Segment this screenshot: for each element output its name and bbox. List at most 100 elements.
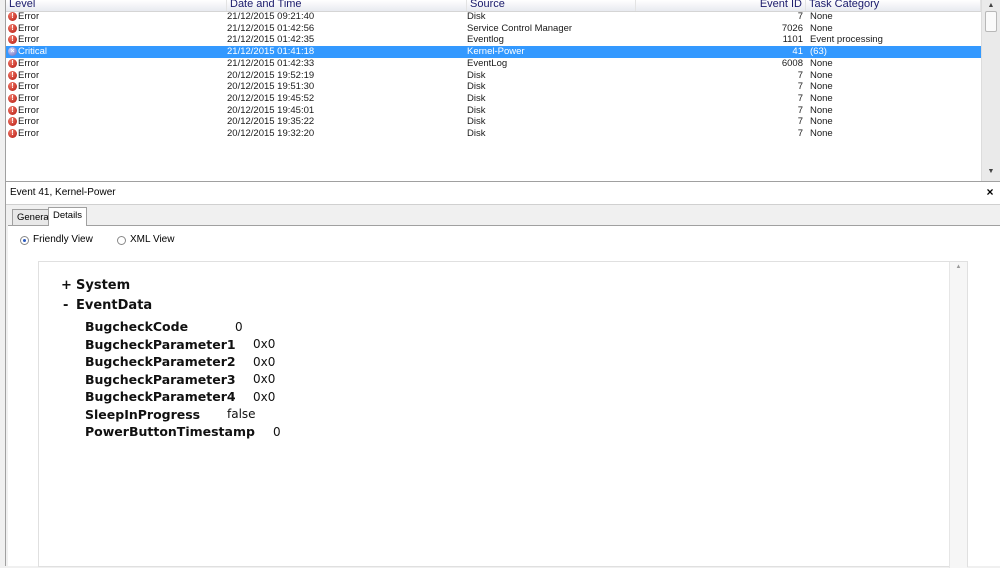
- cell-source: Disk: [467, 128, 486, 139]
- error-icon: !: [8, 82, 17, 92]
- table-row[interactable]: ! Error 20/12/2015 19:52:19 Disk 7 None: [6, 70, 981, 82]
- field-key: SleepInProgress: [85, 406, 201, 422]
- critical-icon: ×: [8, 47, 17, 57]
- cell-datetime: 20/12/2015 19:45:01: [227, 104, 315, 116]
- cell-task-category: None: [810, 22, 833, 34]
- scroll-down-arrow-icon[interactable]: ▼: [982, 166, 1000, 177]
- cell-level: Error: [18, 116, 40, 128]
- cell-source: Kernel-Power: [467, 46, 525, 58]
- table-row[interactable]: ! Error 21/12/2015 09:21:40 Disk 7 None: [6, 11, 981, 23]
- cell-source: EventLog: [467, 57, 508, 69]
- cell-task-category: (63): [810, 46, 827, 58]
- error-icon: !: [8, 12, 17, 21]
- system-expand-toggle[interactable]: +: [61, 278, 72, 293]
- table-row[interactable]: ! Error 20/12/2015 19:51:30 Disk 7 None: [6, 81, 981, 93]
- cell-datetime: 21/12/2015 01:42:33: [227, 57, 315, 69]
- field-value: 0x0: [253, 372, 276, 386]
- table-row[interactable]: ! Error 21/12/2015 01:42:35 Eventlog 1101 Eve…: [6, 34, 981, 46]
- detail-scrollbar[interactable]: ▲: [949, 262, 967, 568]
- xml-view-radio[interactable]: [117, 236, 126, 245]
- field-key: BugcheckParameter2: [85, 354, 236, 369]
- field-key: PowerButtonTimestamp: [85, 424, 255, 439]
- cell-source: Disk: [467, 116, 486, 128]
- cell-event-id: 7: [797, 11, 803, 22]
- cell-event-id: 7026: [781, 22, 803, 34]
- scroll-up-arrow-icon[interactable]: ▲: [982, 0, 1000, 11]
- error-icon: !: [8, 35, 17, 45]
- error-icon: !: [8, 93, 17, 103]
- cell-task-category: None: [810, 116, 833, 128]
- column-header-date-time[interactable]: Date and Time: [227, 0, 467, 11]
- table-row[interactable]: ! Error 20/12/2015 19:45:01 Disk 7 None: [6, 105, 981, 117]
- cell-datetime: 20/12/2015 19:51:30: [227, 81, 315, 93]
- cell-task-category: Event processing: [810, 34, 883, 46]
- cell-source: Disk: [467, 92, 486, 104]
- xml-view-label[interactable]: XML View: [130, 234, 174, 245]
- cell-datetime: 21/12/2015 09:21:40: [227, 11, 315, 22]
- cell-task-category: None: [810, 69, 833, 81]
- detail-title: Event 41, Kernel-Power: [10, 187, 116, 198]
- error-icon: !: [8, 58, 17, 68]
- close-icon[interactable]: ×: [982, 184, 998, 200]
- cell-event-id: 7: [797, 128, 803, 139]
- tab-details[interactable]: Details: [48, 207, 88, 226]
- cell-task-category: None: [810, 128, 833, 139]
- cell-level: Critical: [18, 46, 48, 58]
- cell-datetime: 20/12/2015 19:52:19: [227, 69, 315, 81]
- scroll-thumb[interactable]: [985, 11, 997, 32]
- cell-level: Error: [18, 11, 40, 22]
- cell-task-category: None: [810, 57, 833, 69]
- eventdata-collapse-toggle[interactable]: -: [63, 298, 68, 313]
- event-detail-pane: Event 41, Kernel-Power × General Details…: [6, 182, 1000, 568]
- cell-level: Error: [18, 57, 40, 69]
- cell-event-id: 7: [797, 104, 803, 116]
- table-row[interactable]: ! Error 20/12/2015 19:35:22 Disk 7 None: [6, 116, 981, 128]
- detail-title-bar: Event 41, Kernel-Power ×: [6, 182, 1000, 205]
- column-header-event-id[interactable]: Event ID: [636, 0, 806, 11]
- field-value: 0x0: [253, 354, 276, 369]
- error-icon: !: [8, 70, 17, 80]
- table-row[interactable]: ! Error 20/12/2015 19:32:20 Disk 7 None: [6, 128, 981, 140]
- cell-level: Error: [18, 128, 40, 139]
- error-icon: !: [8, 23, 17, 33]
- friendly-view-label[interactable]: Friendly View: [33, 234, 93, 245]
- cell-level: Error: [18, 81, 40, 93]
- table-row[interactable]: ! Error 20/12/2015 19:45:52 Disk 7 None: [6, 93, 981, 105]
- table-row[interactable]: × Critical 21/12/2015 01:41:18 Kernel-Power…: [6, 46, 981, 58]
- cell-datetime: 20/12/2015 19:32:20: [227, 128, 315, 139]
- field-value: false: [227, 407, 256, 421]
- field-key: BugcheckCode: [85, 319, 189, 334]
- cell-level: Error: [18, 69, 40, 81]
- cell-event-id: 1101: [782, 34, 803, 46]
- cell-event-id: 6008: [781, 57, 803, 69]
- tree-node-system[interactable]: System: [76, 278, 130, 293]
- error-icon: !: [8, 105, 17, 115]
- table-row[interactable]: ! Error 21/12/2015 01:42:56 Service Control…: [6, 23, 981, 35]
- cell-level: Error: [18, 22, 40, 34]
- error-icon: !: [8, 129, 17, 138]
- cell-level: Error: [18, 92, 40, 104]
- error-icon: !: [8, 117, 17, 127]
- cell-event-id: 7: [797, 69, 803, 81]
- cell-datetime: 20/12/2015 19:35:22: [227, 116, 315, 128]
- friendly-view-radio[interactable]: [20, 236, 29, 245]
- field-value: 0: [235, 319, 243, 334]
- cell-event-id: 7: [797, 92, 803, 104]
- event-list-scrollbar[interactable]: ▲ ▼: [981, 0, 1000, 181]
- cell-datetime: 20/12/2015 19:45:52: [227, 92, 315, 104]
- column-header-source[interactable]: Source: [467, 0, 636, 11]
- table-row[interactable]: ! Error 21/12/2015 01:42:33 EventLog 6008 Non…: [6, 58, 981, 70]
- cell-source: Service Control Manager: [467, 22, 573, 34]
- tree-node-eventdata[interactable]: EventData: [76, 298, 152, 313]
- column-header-task-category[interactable]: Task Category: [806, 0, 981, 11]
- cell-datetime: 21/12/2015 01:41:18: [227, 46, 315, 58]
- field-value: 0x0: [253, 337, 276, 351]
- cell-task-category: None: [810, 11, 833, 22]
- details-tab-content: Friendly View XML View + System - EventD…: [8, 225, 1000, 568]
- cell-event-id: 41: [792, 46, 803, 58]
- cell-datetime: 21/12/2015 01:42:35: [227, 34, 315, 46]
- scroll-up-arrow-icon[interactable]: ▲: [950, 264, 967, 270]
- column-header-level[interactable]: Level: [6, 0, 227, 11]
- field-key: BugcheckParameter4: [85, 389, 236, 404]
- cell-task-category: None: [810, 92, 833, 104]
